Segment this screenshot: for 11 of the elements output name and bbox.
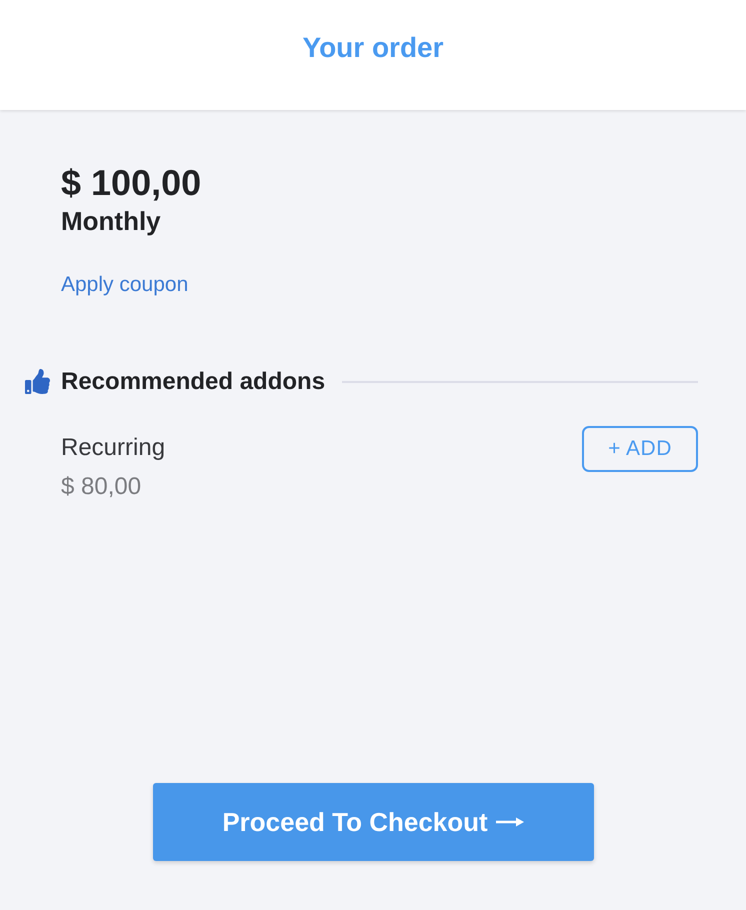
plan-period: Monthly <box>61 206 162 237</box>
section-title: Recommended addons <box>61 367 326 396</box>
thumbs-up-icon <box>25 369 50 394</box>
checkout-button[interactable]: Proceed To Checkout <box>152 783 594 861</box>
plan-price: $ 100,00 <box>61 161 202 204</box>
addon-price: $ 80,00 <box>61 472 142 501</box>
page-title: Your order <box>302 32 444 64</box>
addon-name: Recurring <box>61 433 166 462</box>
add-addon-button[interactable]: + ADD <box>582 426 698 472</box>
apply-coupon-link[interactable]: Apply coupon <box>61 272 188 297</box>
arrow-right-icon <box>496 817 524 827</box>
